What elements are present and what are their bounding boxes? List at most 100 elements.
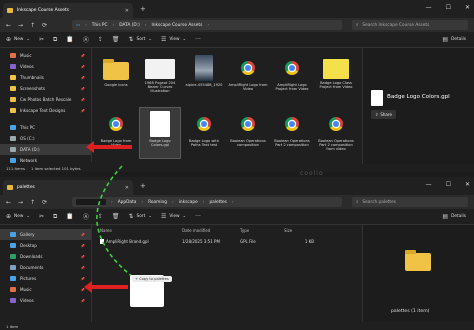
copy-icon[interactable]: ⧉ bbox=[53, 213, 57, 221]
breadcrumb[interactable]: › AppData › Roaming › inkscape › palette… bbox=[72, 197, 342, 207]
cut-icon[interactable]: ✂ bbox=[39, 36, 44, 43]
sidebar-item[interactable]: Thumbnails 📌 bbox=[0, 72, 91, 83]
command-bar: ⊕ New ⌄ ✂ ⧉ 📋 Ⓐ ⇪ 🗑 ⇅ Sort ⌄ ☰ View ⌄ ··· ▤ Det… bbox=[0, 209, 474, 225]
share-icon[interactable]: ⇪ bbox=[98, 36, 103, 43]
table-row[interactable]: AmpliRight Brand.gpl 1/28/2025 3:51 PM G… bbox=[100, 237, 314, 245]
cut-icon[interactable]: ✂ bbox=[39, 213, 44, 220]
file-item[interactable]: 1968 Pugeot 204 Bezier Curves Illustrati… bbox=[140, 52, 180, 102]
sidebar-item-label: Downloads bbox=[20, 254, 43, 259]
downloads-icon bbox=[10, 254, 16, 259]
column-header-date[interactable]: Date modified bbox=[182, 228, 240, 233]
sidebar-item-label: OS (C:) bbox=[20, 136, 35, 141]
breadcrumb[interactable]: ▭ › This PC › DATA (D:) › Inkscape Cours… bbox=[72, 20, 342, 30]
up-icon[interactable]: ↑ bbox=[30, 199, 35, 206]
sidebar-item[interactable]: Downloads 📌 bbox=[0, 251, 91, 262]
file-item[interactable]: Badge Logo Colors.gpl bbox=[139, 107, 181, 159]
details-button[interactable]: ▤ Details bbox=[442, 36, 466, 43]
file-item[interactable]: Badge Logo Class Project from Video bbox=[316, 52, 356, 102]
file-item[interactable]: Badge Logo with Paths Text test bbox=[184, 108, 224, 158]
sidebar-item[interactable]: DATA (D:) bbox=[0, 144, 91, 155]
delete-icon[interactable]: 🗑 bbox=[112, 213, 120, 220]
forward-icon[interactable]: → bbox=[18, 199, 23, 206]
sidebar-item[interactable]: Desktop 📌 bbox=[0, 240, 91, 251]
search-input[interactable]: ⌕ Search palettes bbox=[352, 197, 468, 207]
search-placeholder: Search palettes bbox=[362, 199, 396, 205]
more-options-icon[interactable]: ··· bbox=[195, 36, 201, 43]
close-tab-icon[interactable]: ✕ bbox=[125, 8, 129, 14]
breadcrumb-item[interactable]: inkscape bbox=[179, 200, 198, 205]
sort-button[interactable]: ⇅ Sort ⌄ bbox=[129, 213, 152, 220]
sidebar-item-label: Desktop bbox=[20, 243, 37, 248]
view-button[interactable]: ☰ View ⌄ bbox=[161, 36, 186, 43]
sidebar-item[interactable]: Inkscape Text Designs 📌 bbox=[0, 105, 91, 116]
delete-icon[interactable]: 🗑 bbox=[112, 36, 120, 43]
close-window-icon[interactable]: ✕ bbox=[465, 4, 470, 11]
chevron-down-icon: ⌄ bbox=[26, 214, 31, 219]
column-header-size[interactable]: Size bbox=[284, 228, 314, 233]
rename-icon[interactable]: Ⓐ bbox=[83, 212, 89, 221]
copy-icon[interactable]: ⧉ bbox=[53, 36, 57, 44]
details-button[interactable]: ▤ Details bbox=[442, 213, 466, 220]
file-item[interactable]: Boolean Operations composition bbox=[228, 108, 268, 158]
sidebar-item[interactable]: Videos 📌 bbox=[0, 61, 91, 72]
sidebar-item[interactable]: Music 📌 bbox=[0, 50, 91, 61]
file-item[interactable]: Badge Logo from Video bbox=[96, 108, 136, 158]
preview-pane: palettes (1 item) bbox=[362, 225, 474, 322]
file-item[interactable]: AmpliRight Logo from Video bbox=[228, 52, 268, 102]
chrome-icon bbox=[191, 111, 217, 137]
sidebar-item-label: Network bbox=[20, 158, 38, 163]
search-input[interactable]: ⌕ Search Inkscape Course Assets bbox=[352, 20, 468, 30]
new-tab-icon[interactable]: + bbox=[140, 182, 146, 190]
refresh-icon[interactable]: ⟳ bbox=[42, 199, 47, 206]
new-button[interactable]: ⊕ New ⌄ bbox=[6, 213, 30, 220]
sidebar-item[interactable]: Pictures 📌 bbox=[0, 273, 91, 284]
breadcrumb-item[interactable]: This PC bbox=[92, 23, 108, 28]
sidebar-item[interactable]: OS (C:) bbox=[0, 133, 91, 144]
column-header-type[interactable]: Type bbox=[240, 228, 284, 233]
forward-icon[interactable]: → bbox=[18, 22, 23, 29]
refresh-icon[interactable]: ⟳ bbox=[42, 22, 47, 29]
breadcrumb-item[interactable]: DATA (D:) bbox=[119, 23, 140, 28]
more-options-icon[interactable]: ··· bbox=[195, 213, 201, 220]
sidebar-item[interactable]: Screenshots 📌 bbox=[0, 83, 91, 94]
sort-button[interactable]: ⇅ Sort ⌄ bbox=[129, 36, 152, 43]
share-icon[interactable]: ⇪ bbox=[98, 213, 103, 220]
minimize-icon[interactable]: — bbox=[426, 4, 432, 11]
sidebar-item[interactable]: Gallery 📌 bbox=[0, 229, 91, 240]
breadcrumb-item[interactable]: Inkscape Course Assets bbox=[152, 23, 203, 28]
view-button[interactable]: ☰ View ⌄ bbox=[161, 213, 186, 220]
sidebar-item[interactable]: Videos 📌 bbox=[0, 295, 91, 306]
back-icon[interactable]: ← bbox=[6, 199, 11, 206]
sidebar-item[interactable]: Cw Photos Batch Rescale 📌 bbox=[0, 94, 91, 105]
sidebar-item[interactable]: This PC bbox=[0, 122, 91, 133]
breadcrumb-item[interactable]: palettes bbox=[209, 200, 226, 205]
maximize-icon[interactable]: ☐ bbox=[446, 4, 451, 11]
breadcrumb-item[interactable]: Roaming bbox=[148, 200, 167, 205]
column-header-name[interactable]: Name bbox=[100, 228, 182, 233]
window-tab[interactable]: Inkscape Course Assets ✕ bbox=[3, 3, 133, 18]
minimize-icon[interactable]: — bbox=[426, 181, 432, 188]
up-icon[interactable]: ↑ bbox=[30, 22, 35, 29]
file-item[interactable]: Boolean Operations Part 2 composition fr… bbox=[316, 108, 356, 158]
window-tab[interactable]: palettes ✕ bbox=[3, 180, 133, 195]
file-item[interactable]: AmpliRight Logo Project from Video bbox=[272, 52, 312, 102]
file-item[interactable]: Google Icons bbox=[96, 52, 136, 102]
paste-icon[interactable]: 📋 bbox=[66, 36, 73, 43]
maximize-icon[interactable]: ☐ bbox=[446, 181, 451, 188]
file-name: AmpliRight Brand.gpl bbox=[106, 238, 149, 244]
share-button[interactable]: ⇪ Share bbox=[371, 110, 396, 119]
file-item[interactable]: alpine-455488_1920 bbox=[184, 52, 224, 102]
close-tab-icon[interactable]: ✕ bbox=[125, 185, 129, 191]
rename-icon[interactable]: Ⓐ bbox=[83, 35, 89, 44]
new-button[interactable]: ⊕ New ⌄ bbox=[6, 36, 30, 43]
new-tab-icon[interactable]: + bbox=[140, 5, 146, 13]
breadcrumb-item[interactable]: AppData bbox=[118, 200, 137, 205]
paste-icon[interactable]: 📋 bbox=[66, 213, 73, 220]
file-item[interactable]: Boolean Operations Part 2 composition bbox=[272, 108, 312, 158]
pin-icon: 📌 bbox=[80, 265, 85, 270]
chrome-icon bbox=[235, 55, 261, 81]
sidebar-item[interactable]: Documents 📌 bbox=[0, 262, 91, 273]
sidebar-item[interactable]: Music 📌 bbox=[0, 284, 91, 295]
close-window-icon[interactable]: ✕ bbox=[465, 181, 470, 188]
back-icon[interactable]: ← bbox=[6, 22, 11, 29]
